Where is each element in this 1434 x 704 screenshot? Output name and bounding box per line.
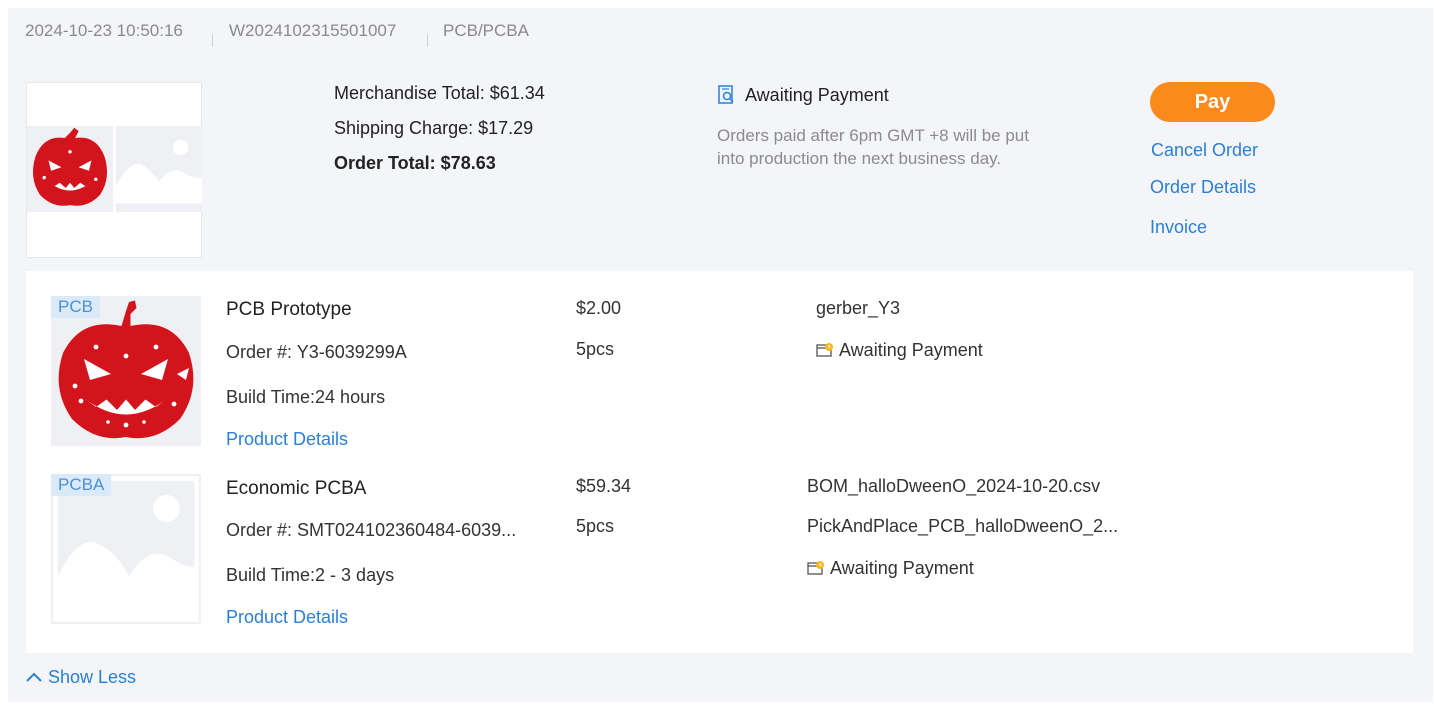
item-order-number: Order #: SMT024102360484-6039...: [226, 520, 517, 540]
item-status: Awaiting Payment: [830, 558, 974, 578]
item-file: BOM_halloDweenO_2024-10-20.csv: [807, 476, 1101, 496]
pending-payment-icon: [807, 560, 825, 581]
order-status: Awaiting Payment: [745, 85, 889, 105]
item-image-pcb: PCB: [51, 296, 201, 446]
item-image-pcba: PCBA: [51, 474, 201, 624]
item-price: $59.34: [576, 476, 632, 496]
show-less-label: Show Less: [48, 667, 137, 687]
divider: [427, 34, 428, 47]
order-details-link[interactable]: Order Details: [1150, 177, 1256, 198]
order-total: Order Total: $78.63: [334, 153, 496, 173]
production-note: Orders paid after 6pm GMT +8 will be put…: [717, 126, 1029, 168]
item-price: $2.00: [576, 298, 622, 318]
image-placeholder-icon: [53, 476, 199, 622]
pcb-thumbnail: [27, 126, 113, 212]
item-quantity: 5pcs: [576, 516, 615, 536]
order-datetime: 2024-10-23 10:50:16: [25, 21, 183, 40]
item-build-time: Build Time:2 - 3 days: [226, 565, 395, 585]
item-file: gerber_Y3: [816, 298, 901, 318]
order-thumbnail: [26, 82, 202, 258]
merchandise-total: Merchandise Total: $61.34: [334, 83, 545, 103]
cancel-order-link[interactable]: Cancel Order: [1151, 140, 1258, 161]
item-file: PickAndPlace_PCB_halloDweenO_2...: [807, 516, 1119, 536]
item-order-number: Order #: Y3-6039299A: [226, 342, 407, 362]
item-build-time: Build Time:24 hours: [226, 387, 386, 407]
product-details-link[interactable]: Product Details: [226, 429, 348, 450]
product-details-link[interactable]: Product Details: [226, 607, 348, 628]
item-type-tag: PCB: [51, 296, 100, 318]
search-document-icon: [718, 85, 736, 110]
item-name: PCB Prototype: [226, 299, 352, 320]
invoice-link[interactable]: Invoice: [1150, 217, 1207, 238]
order-items-panel: PCB PCB Prototype Order #: Y3-6039299A B…: [26, 271, 1413, 653]
order-id: W2024102315501007: [229, 21, 397, 40]
order-category: PCB/PCBA: [443, 21, 529, 40]
item-quantity: 5pcs: [576, 339, 615, 359]
image-placeholder-icon: [116, 126, 202, 212]
item-type-tag: PCBA: [51, 474, 112, 496]
pay-button[interactable]: Pay: [1150, 82, 1275, 122]
shipping-charge: Shipping Charge: $17.29: [334, 118, 534, 138]
order-card: 2024-10-23 10:50:16 W2024102315501007 PC…: [8, 8, 1433, 702]
chevron-up-icon: [26, 669, 42, 687]
divider: [212, 34, 213, 47]
show-less-toggle[interactable]: Show Less: [26, 667, 136, 688]
pending-payment-icon: [816, 342, 834, 363]
item-name: Economic PCBA: [226, 478, 367, 499]
item-status: Awaiting Payment: [839, 340, 983, 360]
